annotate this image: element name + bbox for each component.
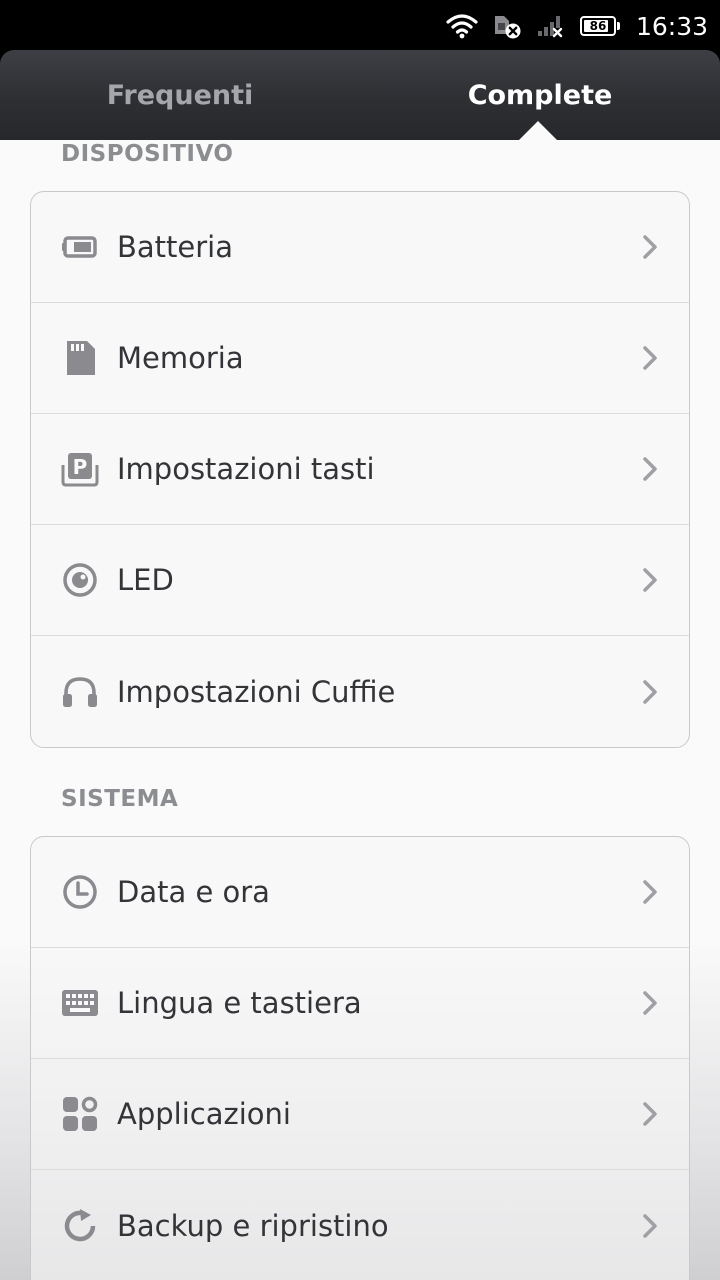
chevron-right-icon [641, 879, 659, 905]
wifi-icon [446, 13, 478, 39]
clock: 16:33 [635, 11, 708, 41]
status-icons: 86 16:33 [446, 0, 708, 52]
chevron-right-icon [641, 456, 659, 482]
chevron-right-icon [641, 1213, 659, 1239]
settings-item-label: Lingua e tastiera [117, 986, 362, 1020]
section-group-system: Data e ora Lingua e tastiera Applicazion… [30, 836, 690, 1280]
status-bar: 86 16:33 [0, 0, 720, 52]
chevron-right-icon [641, 345, 659, 371]
settings-item-date-time[interactable]: Data e ora [31, 837, 689, 948]
led-icon [61, 561, 99, 599]
settings-item-button-settings[interactable]: P Impostazioni tasti [31, 414, 689, 525]
battery-level: 86 [589, 19, 607, 33]
settings-item-label: Applicazioni [117, 1097, 291, 1131]
settings-item-language-keyboard[interactable]: Lingua e tastiera [31, 948, 689, 1059]
settings-item-applications[interactable]: Applicazioni [31, 1059, 689, 1170]
keyboard-icon [61, 984, 99, 1022]
active-tab-indicator [518, 121, 558, 141]
screen: 86 16:33 Frequenti Complete DISPOSITIVO … [0, 0, 720, 1280]
settings-item-label: Impostazioni Cuffie [117, 674, 396, 709]
backup-icon [61, 1207, 99, 1245]
battery-indicator: 86 [579, 16, 620, 36]
settings-item-led[interactable]: LED [31, 525, 689, 636]
chevron-right-icon [641, 679, 659, 705]
sim-card-error-icon [492, 12, 522, 40]
settings-item-label: Backup e ripristino [117, 1208, 389, 1243]
clock-icon [61, 873, 99, 911]
section-title-device: DISPOSITIVO [61, 141, 234, 167]
settings-item-label: Data e ora [117, 875, 270, 909]
settings-item-memory[interactable]: Memoria [31, 303, 689, 414]
chevron-right-icon [641, 990, 659, 1016]
settings-item-battery[interactable]: Batteria [31, 192, 689, 303]
tab-bar: Frequenti Complete [0, 50, 720, 141]
chevron-right-icon [641, 234, 659, 260]
settings-item-label: Impostazioni tasti [117, 452, 375, 486]
section-title-system: SISTEMA [61, 786, 179, 812]
chevron-right-icon [641, 567, 659, 593]
settings-item-backup-restore[interactable]: Backup e ripristino [31, 1170, 689, 1280]
settings-item-headphones[interactable]: Impostazioni Cuffie [31, 636, 689, 747]
settings-item-label: LED [117, 563, 174, 597]
signal-no-service-icon [536, 14, 566, 38]
settings-list[interactable]: DISPOSITIVO Batteria Memoria P Impostazi… [0, 140, 720, 1280]
settings-item-label: Batteria [117, 230, 233, 264]
section-group-device: Batteria Memoria P Impostazioni tasti LE… [30, 191, 690, 748]
svg-text:P: P [73, 455, 88, 479]
headphones-icon [61, 673, 99, 711]
battery-icon [61, 228, 99, 266]
apps-icon [61, 1095, 99, 1133]
tab-frequent[interactable]: Frequenti [0, 50, 360, 140]
chevron-right-icon [641, 1101, 659, 1127]
button-settings-icon: P [61, 450, 99, 488]
sd-card-icon [61, 339, 99, 377]
settings-item-label: Memoria [117, 341, 244, 375]
